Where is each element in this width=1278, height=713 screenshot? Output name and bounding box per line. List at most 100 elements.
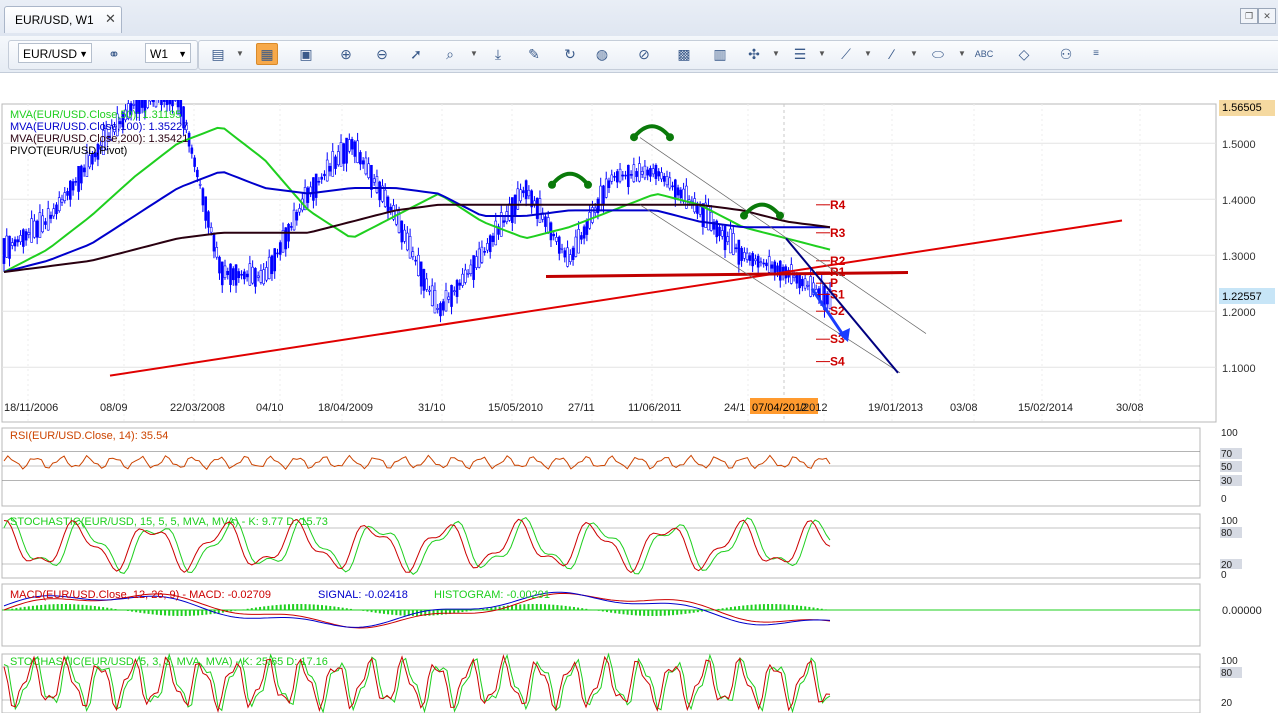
timeframe-select[interactable]: W1 ▼ xyxy=(145,43,191,63)
candle-body xyxy=(267,256,271,280)
candle-body xyxy=(627,164,630,188)
date-tick: /2012 xyxy=(800,402,828,414)
fan-icon[interactable]: ⟋ xyxy=(836,44,856,64)
chevron-down-icon[interactable]: ▼ xyxy=(236,49,244,58)
candle-body xyxy=(447,296,451,300)
candle-body xyxy=(469,264,473,274)
level-label: 100 xyxy=(1221,428,1238,439)
close-icon[interactable]: ✕ xyxy=(105,11,116,27)
cursor-icon[interactable]: ➚ xyxy=(406,44,426,64)
candle-body xyxy=(624,174,627,177)
candle-body xyxy=(353,141,357,157)
candle-body xyxy=(350,139,354,150)
candle-body xyxy=(306,187,310,203)
candle-body xyxy=(359,152,362,165)
date-tick: 11/06/2011 xyxy=(628,402,681,414)
more-icon[interactable]: ≡ xyxy=(1086,44,1106,64)
level-label: 50 xyxy=(1221,462,1233,473)
chevron-down-icon-5[interactable]: ▼ xyxy=(864,49,872,58)
candle-body xyxy=(433,290,437,314)
chart-tab[interactable]: EUR/USD, W1 ✕ xyxy=(4,6,122,33)
candle-body xyxy=(35,220,39,238)
candle-body xyxy=(452,290,456,293)
chevron-down-icon-7[interactable]: ▼ xyxy=(958,49,966,58)
candle-body xyxy=(803,278,807,289)
macd-histogram: HISTOGRAM: -0.00291 xyxy=(434,589,550,601)
candle-body xyxy=(334,156,337,169)
restore-icon[interactable]: ❐ xyxy=(1240,8,1258,24)
pivot-label-s4: S4 xyxy=(830,355,845,369)
candle-body xyxy=(190,147,194,154)
candle-body xyxy=(30,218,33,243)
candle-body xyxy=(49,214,53,219)
candle-body xyxy=(254,268,257,287)
level-label: 80 xyxy=(1221,528,1233,539)
chevron-down-icon-6[interactable]: ▼ xyxy=(910,49,918,58)
crosshair-icon[interactable]: ✣ xyxy=(744,44,764,64)
candle-body xyxy=(41,215,44,233)
candle-body xyxy=(455,280,459,297)
ellipse-icon[interactable]: ⬭ xyxy=(928,44,948,64)
date-tick: 18/04/2009 xyxy=(318,402,373,414)
candle-body xyxy=(361,160,365,165)
candle-body xyxy=(450,284,453,307)
candle-body xyxy=(801,278,804,287)
eraser-icon[interactable]: ◇ xyxy=(1014,44,1034,64)
template-icon[interactable]: ▥ xyxy=(710,44,730,64)
chart-canvas[interactable]: R4R3R2R1PS1S2S3S4 MVA(EUR/USD.Close,50):… xyxy=(0,100,1278,713)
level-label: 80 xyxy=(1221,668,1233,679)
candle-body xyxy=(660,172,663,180)
candle-body xyxy=(193,157,196,167)
level-label: 0 xyxy=(1221,570,1227,581)
candle-body xyxy=(560,247,564,250)
candle-body xyxy=(215,247,219,258)
candle-body xyxy=(284,227,288,250)
zoom-out-icon[interactable]: ⊖ xyxy=(372,44,392,64)
close-window-icon[interactable]: ✕ xyxy=(1258,8,1276,24)
image-icon[interactable]: ▩ xyxy=(674,44,694,64)
ruler-icon[interactable]: ⊘ xyxy=(634,44,654,64)
text-icon[interactable]: ABC xyxy=(974,44,994,64)
candle-body xyxy=(245,273,249,278)
candle-body xyxy=(516,188,520,210)
edit-icon[interactable]: ✎ xyxy=(524,44,544,64)
candle-body xyxy=(394,210,398,225)
macd-title: MACD(EUR/USD.Close, 12, 26, 9) - MACD: -… xyxy=(10,589,271,601)
candle-body xyxy=(44,221,47,225)
pen-icon[interactable]: ∕ xyxy=(882,44,902,64)
zoom-in-icon[interactable]: ⊕ xyxy=(336,44,356,64)
candle-body xyxy=(502,220,506,223)
line-chart-icon[interactable]: ▣ xyxy=(296,44,316,64)
scroll-to-end-icon[interactable]: ⤓ xyxy=(488,44,508,64)
tree-icon[interactable]: ⚇ xyxy=(1056,44,1076,64)
candle-body xyxy=(759,261,763,264)
symbol-select[interactable]: EUR/USD ▼ xyxy=(18,43,92,63)
candle-body xyxy=(762,262,765,265)
hs-dot xyxy=(740,211,748,220)
candle-body xyxy=(256,275,260,278)
candle-body xyxy=(19,235,22,243)
globe-icon[interactable]: ◍ xyxy=(592,44,612,64)
fit-icon[interactable]: ⌕ xyxy=(440,44,460,64)
candle-body xyxy=(720,230,724,237)
date-tick: 04/10 xyxy=(256,402,284,414)
chevron-down-icon-4[interactable]: ▼ xyxy=(818,49,826,58)
candle-body xyxy=(709,211,713,231)
date-tick: 18/11/2006 xyxy=(4,402,58,414)
chevron-down-icon-3[interactable]: ▼ xyxy=(772,49,780,58)
refresh-icon[interactable]: ↻ xyxy=(560,44,580,64)
candle-body xyxy=(668,177,672,189)
bar-chart-icon[interactable]: ▤ xyxy=(208,44,228,64)
candle-body xyxy=(406,232,409,251)
lines-icon[interactable]: ☰ xyxy=(790,44,810,64)
candle-body xyxy=(748,255,752,261)
candle-body xyxy=(212,233,216,252)
candle-body xyxy=(646,169,649,176)
candlestick-icon[interactable]: ▦ xyxy=(256,43,278,65)
candle-body xyxy=(403,229,406,242)
macd-signal: SIGNAL: -0.02418 xyxy=(318,589,408,601)
link-icon[interactable]: ⚭ xyxy=(104,44,124,64)
candle-body xyxy=(740,247,743,261)
chevron-down-icon-2[interactable]: ▼ xyxy=(470,49,478,58)
candle-body xyxy=(46,208,50,231)
